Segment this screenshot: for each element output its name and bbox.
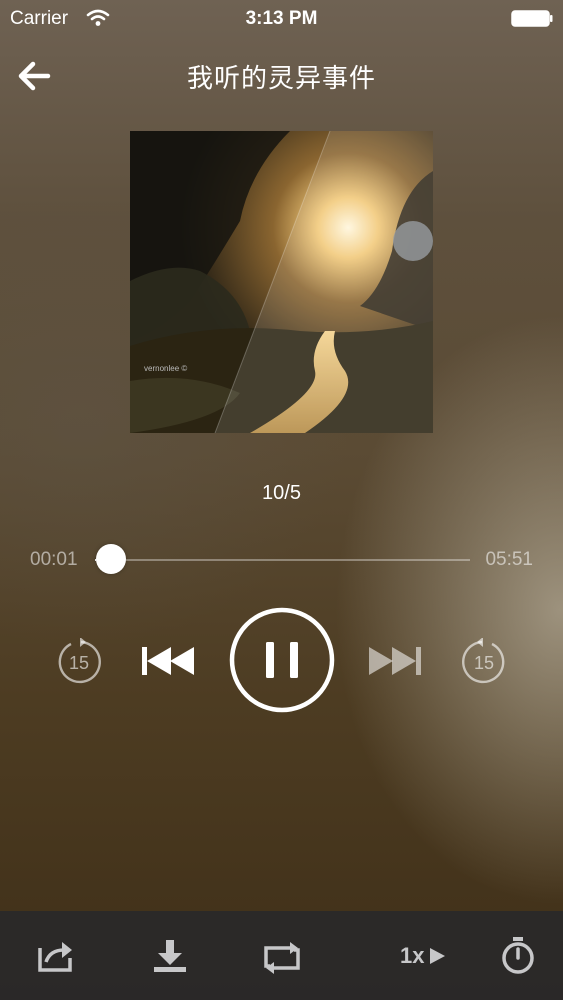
nav-bar: 我听的灵异事件 [0, 44, 563, 106]
svg-text:15: 15 [69, 653, 89, 673]
svg-text:15: 15 [474, 653, 494, 673]
skip-forward-icon [369, 647, 421, 675]
download-icon [154, 940, 186, 972]
back-button[interactable] [14, 56, 54, 96]
progress-thumb[interactable] [96, 544, 127, 574]
speed-label: 1x [400, 943, 425, 968]
arrow-left-icon [18, 61, 51, 91]
timer-icon [502, 937, 534, 974]
page-title: 我听的灵异事件 [186, 63, 376, 93]
skip-back-icon [142, 647, 194, 675]
status-time: 3:13 PM [245, 8, 318, 29]
playback-controls: 15 15 [0, 600, 563, 720]
battery-icon [511, 10, 553, 27]
progress-track[interactable] [95, 559, 470, 561]
playback-speed-button[interactable]: 1x [400, 936, 456, 976]
forward-15-icon: 15 [462, 637, 505, 684]
next-track-button[interactable] [368, 644, 422, 678]
share-button[interactable] [36, 936, 76, 976]
pause-icon [229, 607, 335, 713]
pause-button[interactable] [229, 607, 335, 713]
album-cover: vernonlee © [130, 131, 433, 433]
elapsed-time: 00:01 [30, 549, 78, 570]
rewind-15-icon: 15 [58, 637, 101, 684]
download-button[interactable] [150, 936, 190, 976]
repeat-button[interactable] [262, 936, 302, 976]
forward-15-button[interactable]: 15 [460, 637, 508, 686]
sleep-timer-button[interactable] [498, 936, 538, 976]
repeat-icon [264, 942, 300, 974]
bottom-toolbar: 1x [0, 911, 563, 1000]
progress-row: 00:01 05:51 [0, 540, 563, 580]
rewind-15-button[interactable]: 15 [55, 637, 103, 686]
play-small-icon [430, 948, 446, 964]
track-index: 10/5 [262, 482, 301, 504]
total-duration: 05:51 [485, 549, 533, 570]
previous-track-button[interactable] [141, 644, 195, 678]
status-bar: Carrier 3:13 PM [0, 0, 563, 38]
album-watermark: vernonlee © [144, 364, 187, 373]
share-icon [38, 942, 72, 972]
